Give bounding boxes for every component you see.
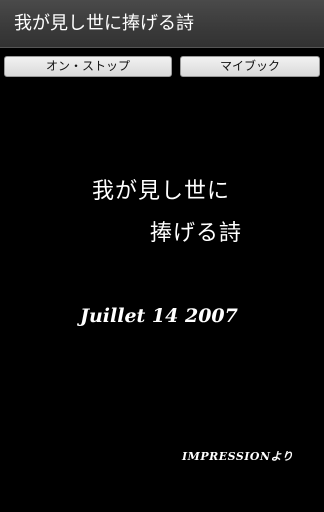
poem-title-line-1: 我が見し世に [92,179,231,204]
date-text: Juillet 14 2007 [80,305,238,327]
on-stop-button[interactable]: オン・ストップ [4,56,172,77]
app-title: 我が見し世に捧げる詩 [14,13,194,34]
my-book-button[interactable]: マイブック [180,56,320,77]
poem-title-line-2: 捧げる詩 [150,221,243,246]
app-title-bar: 我が見し世に捧げる詩 [0,0,324,48]
credit-text: IMPRESSIONより [182,450,294,463]
